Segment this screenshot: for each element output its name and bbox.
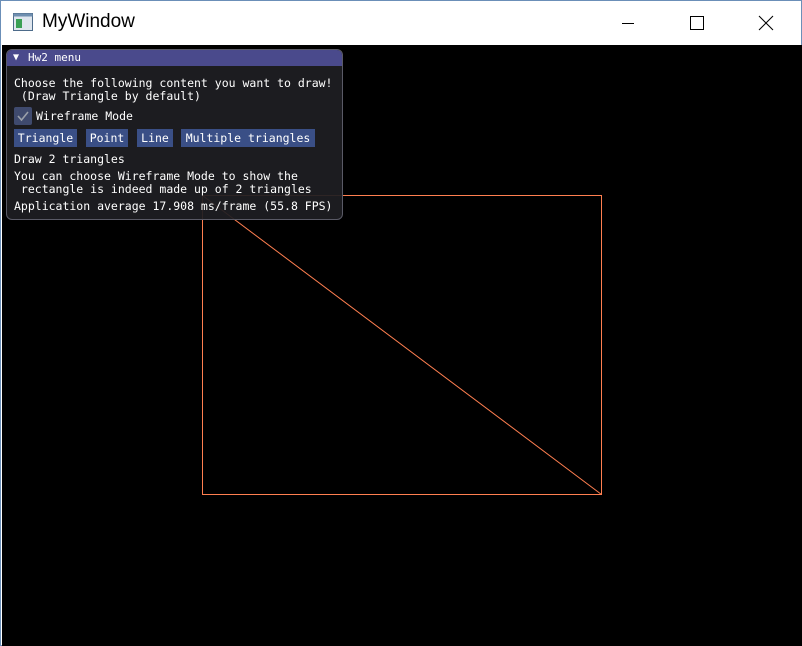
- maximize-button[interactable]: [674, 1, 720, 45]
- title-bar[interactable]: MyWindow: [1, 1, 801, 45]
- instructions-line-2: (Draw Triangle by default): [14, 89, 201, 103]
- maximize-icon: [690, 16, 704, 30]
- app-icon: [13, 13, 33, 31]
- hw2-menu-panel[interactable]: ▼ Hw2 menu Choose the following content …: [6, 49, 343, 220]
- line-button[interactable]: Line: [137, 129, 173, 147]
- app-window: MyWindow ▼ Hw2 menu Choose the following…: [0, 0, 802, 646]
- close-icon: [758, 15, 774, 31]
- hint-line-2: rectangle is indeed made up of 2 triangl…: [14, 182, 312, 196]
- triangle-diagonal: [202, 195, 602, 495]
- fps-readout: Application average 17.908 ms/frame (55.…: [14, 199, 333, 213]
- menu-title: Hw2 menu: [28, 51, 81, 64]
- menu-title-bar[interactable]: ▼ Hw2 menu: [7, 50, 342, 66]
- checkmark-icon: [17, 111, 29, 122]
- wireframe-label: Wireframe Mode: [36, 109, 133, 123]
- collapse-arrow-icon[interactable]: ▼: [13, 51, 19, 65]
- close-button[interactable]: [743, 1, 789, 45]
- status-text: Draw 2 triangles: [14, 152, 125, 166]
- minimize-button[interactable]: [605, 1, 651, 45]
- wireframe-checkbox[interactable]: [14, 107, 32, 125]
- point-button[interactable]: Point: [86, 129, 128, 147]
- window-title: MyWindow: [42, 11, 135, 32]
- multiple-triangles-button[interactable]: Multiple triangles: [181, 129, 315, 147]
- render-canvas[interactable]: ▼ Hw2 menu Choose the following content …: [2, 45, 802, 646]
- minimize-icon: [622, 23, 634, 24]
- triangle-button[interactable]: Triangle: [14, 129, 77, 147]
